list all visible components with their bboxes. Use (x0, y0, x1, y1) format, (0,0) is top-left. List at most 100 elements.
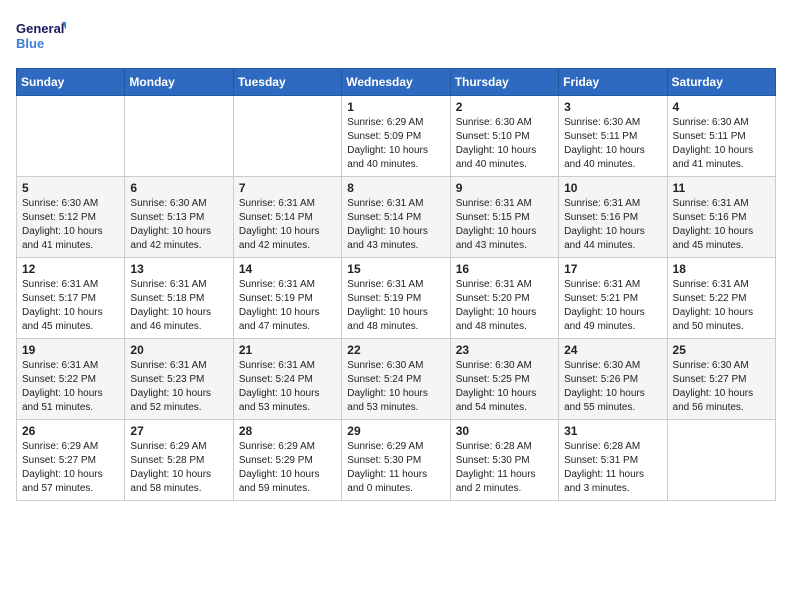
calendar-week-row: 1 Sunrise: 6:29 AM Sunset: 5:09 PM Daylig… (17, 96, 776, 177)
weekday-header-wednesday: Wednesday (342, 69, 450, 96)
calendar-cell: 14 Sunrise: 6:31 AM Sunset: 5:19 PM Dayli… (233, 258, 341, 339)
day-info: Sunrise: 6:29 AM Sunset: 5:09 PM Dayligh… (347, 116, 444, 172)
day-info: Sunrise: 6:30 AM Sunset: 5:12 PM Dayligh… (22, 197, 119, 253)
weekday-header-tuesday: Tuesday (233, 69, 341, 96)
calendar-cell (17, 96, 125, 177)
day-number: 26 (22, 424, 119, 438)
day-info: Sunrise: 6:29 AM Sunset: 5:30 PM Dayligh… (347, 440, 444, 496)
calendar-cell: 13Sunrise: 6:31 AM Sunset: 5:18 PM Dayli… (125, 258, 233, 339)
weekday-header-saturday: Saturday (667, 69, 775, 96)
calendar-cell: 11 Sunrise: 6:31 AM Sunset: 5:16 PM Dayli… (667, 177, 775, 258)
day-number: 24 (564, 343, 661, 357)
day-info: Sunrise: 6:30 AM Sunset: 5:10 PM Dayligh… (456, 116, 553, 172)
calendar-cell: 18 Sunrise: 6:31 AM Sunset: 5:22 PM Dayli… (667, 258, 775, 339)
weekday-header-monday: Monday (125, 69, 233, 96)
day-number: 20 (130, 343, 227, 357)
calendar-cell: 9Sunrise: 6:31 AM Sunset: 5:15 PM Daylig… (450, 177, 558, 258)
day-number: 14 (239, 262, 336, 276)
calendar-cell: 17 Sunrise: 6:31 AM Sunset: 5:21 PM Dayli… (559, 258, 667, 339)
day-info: Sunrise: 6:31 AM Sunset: 5:18 PM Dayligh… (130, 278, 227, 334)
calendar-cell: 4 Sunrise: 6:30 AM Sunset: 5:11 PM Daylig… (667, 96, 775, 177)
day-info: Sunrise: 6:31 AM Sunset: 5:22 PM Dayligh… (673, 278, 770, 334)
day-info: Sunrise: 6:31 AM Sunset: 5:20 PM Dayligh… (456, 278, 553, 334)
day-number: 22 (347, 343, 444, 357)
day-info: Sunrise: 6:31 AM Sunset: 5:23 PM Dayligh… (130, 359, 227, 415)
weekday-header-friday: Friday (559, 69, 667, 96)
calendar-cell: 12 Sunrise: 6:31 AM Sunset: 5:17 PM Dayli… (17, 258, 125, 339)
day-info: Sunrise: 6:30 AM Sunset: 5:26 PM Dayligh… (564, 359, 661, 415)
calendar-week-row: 26 Sunrise: 6:29 AM Sunset: 5:27 PM Dayli… (17, 420, 776, 501)
page-header: General Blue (16, 16, 776, 56)
day-number: 8 (347, 181, 444, 195)
calendar-cell: 22Sunrise: 6:30 AM Sunset: 5:24 PM Dayli… (342, 339, 450, 420)
day-number: 31 (564, 424, 661, 438)
svg-text:General: General (16, 21, 64, 36)
day-number: 15 (347, 262, 444, 276)
day-info: Sunrise: 6:31 AM Sunset: 5:14 PM Dayligh… (239, 197, 336, 253)
calendar-cell: 21Sunrise: 6:31 AM Sunset: 5:24 PM Dayli… (233, 339, 341, 420)
calendar-cell (233, 96, 341, 177)
calendar-cell: 8 Sunrise: 6:31 AM Sunset: 5:14 PM Daylig… (342, 177, 450, 258)
calendar-cell: 10Sunrise: 6:31 AM Sunset: 5:16 PM Dayli… (559, 177, 667, 258)
calendar-cell (125, 96, 233, 177)
day-number: 2 (456, 100, 553, 114)
day-number: 12 (22, 262, 119, 276)
day-info: Sunrise: 6:31 AM Sunset: 5:19 PM Dayligh… (239, 278, 336, 334)
day-info: Sunrise: 6:31 AM Sunset: 5:22 PM Dayligh… (22, 359, 119, 415)
day-number: 11 (673, 181, 770, 195)
logo: General Blue (16, 16, 66, 56)
day-info: Sunrise: 6:31 AM Sunset: 5:16 PM Dayligh… (564, 197, 661, 253)
calendar-cell: 19Sunrise: 6:31 AM Sunset: 5:22 PM Dayli… (17, 339, 125, 420)
calendar-cell: 1 Sunrise: 6:29 AM Sunset: 5:09 PM Daylig… (342, 96, 450, 177)
calendar-cell: 6Sunrise: 6:30 AM Sunset: 5:13 PM Daylig… (125, 177, 233, 258)
day-info: Sunrise: 6:31 AM Sunset: 5:17 PM Dayligh… (22, 278, 119, 334)
calendar-cell: 20 Sunrise: 6:31 AM Sunset: 5:23 PM Dayli… (125, 339, 233, 420)
calendar-cell: 16Sunrise: 6:31 AM Sunset: 5:20 PM Dayli… (450, 258, 558, 339)
day-info: Sunrise: 6:31 AM Sunset: 5:19 PM Dayligh… (347, 278, 444, 334)
day-number: 21 (239, 343, 336, 357)
calendar-cell: 5Sunrise: 6:30 AM Sunset: 5:12 PM Daylig… (17, 177, 125, 258)
calendar-week-row: 12 Sunrise: 6:31 AM Sunset: 5:17 PM Dayli… (17, 258, 776, 339)
day-info: Sunrise: 6:31 AM Sunset: 5:21 PM Dayligh… (564, 278, 661, 334)
day-number: 7 (239, 181, 336, 195)
calendar-cell (667, 420, 775, 501)
day-info: Sunrise: 6:31 AM Sunset: 5:16 PM Dayligh… (673, 197, 770, 253)
calendar-week-row: 19Sunrise: 6:31 AM Sunset: 5:22 PM Dayli… (17, 339, 776, 420)
day-number: 29 (347, 424, 444, 438)
calendar-week-row: 5Sunrise: 6:30 AM Sunset: 5:12 PM Daylig… (17, 177, 776, 258)
day-info: Sunrise: 6:28 AM Sunset: 5:31 PM Dayligh… (564, 440, 661, 496)
weekday-header-thursday: Thursday (450, 69, 558, 96)
day-number: 27 (130, 424, 227, 438)
day-number: 3 (564, 100, 661, 114)
logo-svg: General Blue (16, 16, 66, 56)
calendar-cell: 29 Sunrise: 6:29 AM Sunset: 5:30 PM Dayli… (342, 420, 450, 501)
calendar-cell: 3 Sunrise: 6:30 AM Sunset: 5:11 PM Daylig… (559, 96, 667, 177)
calendar-cell: 2 Sunrise: 6:30 AM Sunset: 5:10 PM Daylig… (450, 96, 558, 177)
day-info: Sunrise: 6:30 AM Sunset: 5:11 PM Dayligh… (673, 116, 770, 172)
calendar-cell: 30Sunrise: 6:28 AM Sunset: 5:30 PM Dayli… (450, 420, 558, 501)
day-number: 6 (130, 181, 227, 195)
day-number: 4 (673, 100, 770, 114)
day-number: 1 (347, 100, 444, 114)
day-number: 28 (239, 424, 336, 438)
day-info: Sunrise: 6:29 AM Sunset: 5:27 PM Dayligh… (22, 440, 119, 496)
calendar-cell: 31 Sunrise: 6:28 AM Sunset: 5:31 PM Dayli… (559, 420, 667, 501)
weekday-header-sunday: Sunday (17, 69, 125, 96)
calendar-cell: 28 Sunrise: 6:29 AM Sunset: 5:29 PM Dayli… (233, 420, 341, 501)
day-info: Sunrise: 6:29 AM Sunset: 5:28 PM Dayligh… (130, 440, 227, 496)
calendar-cell: 27 Sunrise: 6:29 AM Sunset: 5:28 PM Dayli… (125, 420, 233, 501)
calendar-cell: 26 Sunrise: 6:29 AM Sunset: 5:27 PM Dayli… (17, 420, 125, 501)
calendar-cell: 23Sunrise: 6:30 AM Sunset: 5:25 PM Dayli… (450, 339, 558, 420)
day-info: Sunrise: 6:30 AM Sunset: 5:25 PM Dayligh… (456, 359, 553, 415)
calendar-cell: 24 Sunrise: 6:30 AM Sunset: 5:26 PM Dayli… (559, 339, 667, 420)
calendar-cell: 7 Sunrise: 6:31 AM Sunset: 5:14 PM Daylig… (233, 177, 341, 258)
day-info: Sunrise: 6:31 AM Sunset: 5:14 PM Dayligh… (347, 197, 444, 253)
day-number: 30 (456, 424, 553, 438)
day-info: Sunrise: 6:31 AM Sunset: 5:15 PM Dayligh… (456, 197, 553, 253)
day-number: 17 (564, 262, 661, 276)
calendar-header-row: SundayMondayTuesdayWednesdayThursdayFrid… (17, 69, 776, 96)
day-number: 18 (673, 262, 770, 276)
calendar-table: SundayMondayTuesdayWednesdayThursdayFrid… (16, 68, 776, 501)
day-info: Sunrise: 6:29 AM Sunset: 5:29 PM Dayligh… (239, 440, 336, 496)
day-info: Sunrise: 6:30 AM Sunset: 5:11 PM Dayligh… (564, 116, 661, 172)
